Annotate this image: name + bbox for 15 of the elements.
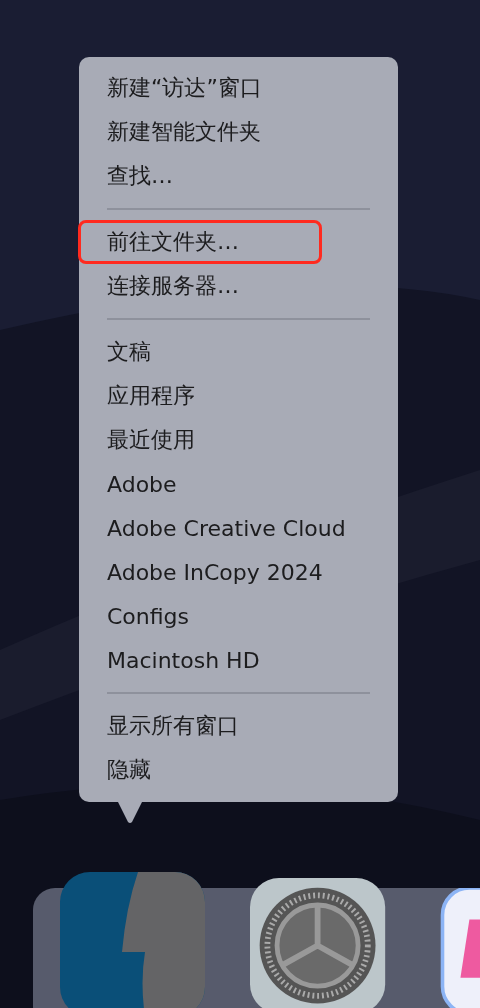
menu-item[interactable]: 新建智能文件夹 bbox=[79, 110, 398, 154]
menu-item[interactable]: 最近使用 bbox=[79, 418, 398, 462]
menu-item[interactable]: 文稿 bbox=[79, 330, 398, 374]
menu-item[interactable]: Adobe Creative Cloud bbox=[79, 506, 398, 550]
menu-item[interactable]: Adobe InCopy 2024 bbox=[79, 550, 398, 594]
menu-item[interactable]: 显示所有窗口 bbox=[79, 704, 398, 748]
menu-item[interactable]: 隐藏 bbox=[79, 748, 398, 792]
menu-item[interactable]: Configs bbox=[79, 594, 398, 638]
menu-item[interactable]: 应用程序 bbox=[79, 374, 398, 418]
menu-item[interactable]: 查找… bbox=[79, 154, 398, 198]
menu-item[interactable]: 前往文件夹… bbox=[79, 220, 398, 264]
menu-item[interactable]: 新建“访达”窗口 bbox=[79, 66, 398, 110]
menu-item[interactable]: Macintosh HD bbox=[79, 638, 398, 682]
menu-item[interactable]: 连接服务器… bbox=[79, 264, 398, 308]
menu-item[interactable]: Adobe bbox=[79, 462, 398, 506]
